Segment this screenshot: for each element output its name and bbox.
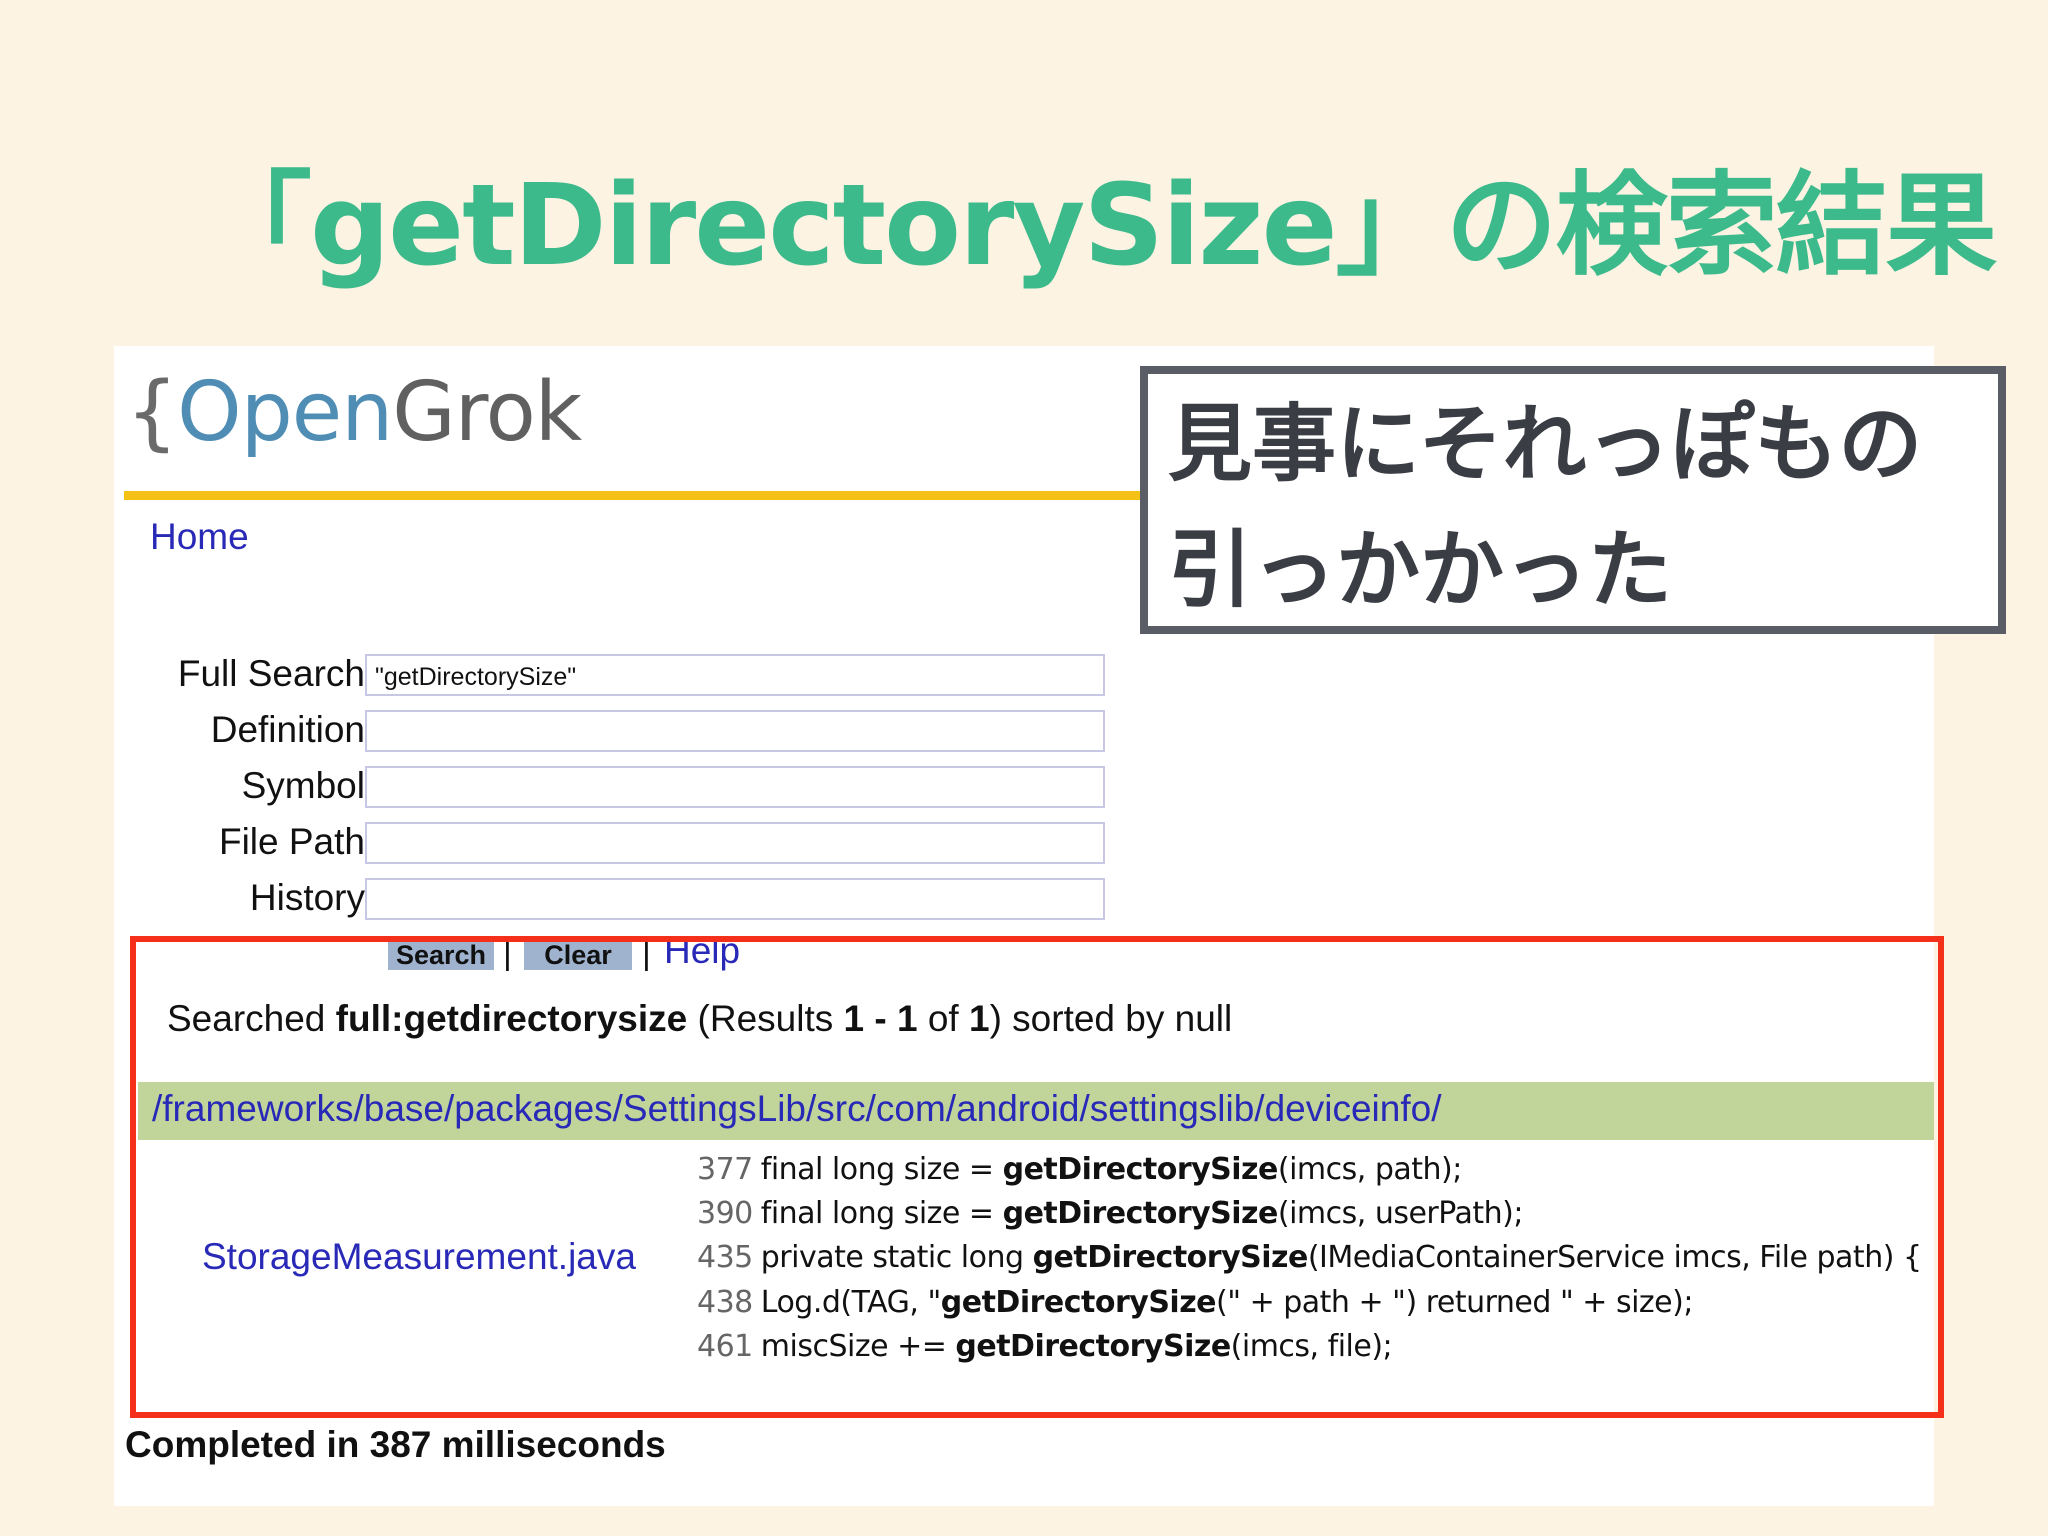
line-match: getDirectorySize [1002, 1196, 1279, 1231]
summary-query: full:getdirectorysize [335, 998, 688, 1039]
completed-status: Completed in 387 milliseconds [125, 1424, 666, 1465]
line-number: 377 [697, 1152, 753, 1187]
file-link[interactable]: StorageMeasurement.java [202, 1236, 636, 1278]
home-link[interactable]: Home [150, 516, 249, 558]
separator: | [642, 934, 651, 972]
line-pre: final long size = [760, 1196, 1003, 1231]
history-label: History [249, 877, 365, 918]
definition-label: Definition [210, 709, 365, 750]
form-row-definition: Definition [100, 708, 365, 752]
annotation-line-2: 引っかかった [1168, 521, 1673, 619]
symbol-input[interactable] [365, 766, 1105, 808]
symbol-label: Symbol [241, 765, 365, 806]
summary-range: 1 - 1 [843, 998, 918, 1039]
form-row-symbol: Symbol [100, 764, 365, 808]
line-pre: miscSize += [760, 1329, 956, 1364]
file-path-label: File Path [218, 821, 365, 862]
result-line[interactable]: 390 final long size = getDirectorySize(im… [697, 1196, 1523, 1231]
summary-total: 1 [968, 998, 990, 1039]
full-search-input[interactable]: "getDirectorySize" [365, 654, 1105, 696]
slide-title: 「getDirectorySize」の検索結果 [200, 161, 1998, 291]
separator: | [503, 934, 512, 972]
result-line[interactable]: 461 miscSize += getDirectorySize(imcs, fi… [697, 1329, 1393, 1364]
line-number: 390 [697, 1196, 753, 1231]
summary-suffix: ) sorted by null [989, 998, 1233, 1039]
line-pre: final long size = [760, 1152, 1003, 1187]
annotation-line-1: 見事にそれっぽもの [1168, 395, 1923, 493]
results-summary: Searched full:getdirectorysize (Results … [167, 998, 1232, 1040]
line-post: (imcs, file); [1230, 1329, 1393, 1364]
summary-prefix: Searched [167, 998, 336, 1039]
header-rule [124, 491, 1140, 500]
form-row-file-path: File Path [100, 820, 365, 864]
full-search-label: Full Search [177, 653, 365, 694]
opengrok-logo[interactable]: {OpenGrok [126, 372, 582, 454]
annotation-callout: 見事にそれっぽもの 引っかかった [1140, 366, 2006, 634]
directory-link[interactable]: /frameworks/base/packages/SettingsLib/sr… [152, 1088, 1441, 1130]
line-post: (imcs, path); [1277, 1152, 1462, 1187]
line-number: 435 [697, 1240, 753, 1275]
form-row-history: History [100, 876, 365, 920]
line-pre: private static long [760, 1240, 1033, 1275]
form-row-full-search: Full Search [100, 652, 365, 696]
history-input[interactable] [365, 878, 1105, 920]
search-button[interactable]: Search [388, 940, 494, 970]
line-match: getDirectorySize [940, 1285, 1217, 1320]
summary-mid2: of [917, 998, 969, 1039]
line-post: (IMediaContainerService imcs, File path)… [1307, 1240, 1922, 1275]
line-pre: Log.d(TAG, " [760, 1285, 941, 1320]
result-line[interactable]: 435 private static long getDirectorySize(… [697, 1240, 1922, 1275]
file-path-input[interactable] [365, 822, 1105, 864]
summary-mid1: (Results [687, 998, 844, 1039]
line-post: (" + path + ") returned " + size); [1216, 1285, 1693, 1320]
help-link[interactable]: Help [664, 930, 740, 972]
line-match: getDirectorySize [1002, 1152, 1279, 1187]
logo-brace: { [126, 365, 178, 460]
definition-input[interactable] [365, 710, 1105, 752]
line-number: 461 [697, 1329, 753, 1364]
line-post: (imcs, userPath); [1277, 1196, 1524, 1231]
logo-open: Open [177, 365, 393, 460]
result-line[interactable]: 438 Log.d(TAG, "getDirectorySize(" + path… [697, 1285, 1693, 1320]
line-match: getDirectorySize [1032, 1240, 1309, 1275]
clear-button[interactable]: Clear [524, 940, 632, 970]
logo-grok: Grok [392, 365, 582, 460]
line-number: 438 [697, 1285, 753, 1320]
result-line[interactable]: 377 final long size = getDirectorySize(im… [697, 1152, 1462, 1187]
line-match: getDirectorySize [955, 1329, 1231, 1364]
